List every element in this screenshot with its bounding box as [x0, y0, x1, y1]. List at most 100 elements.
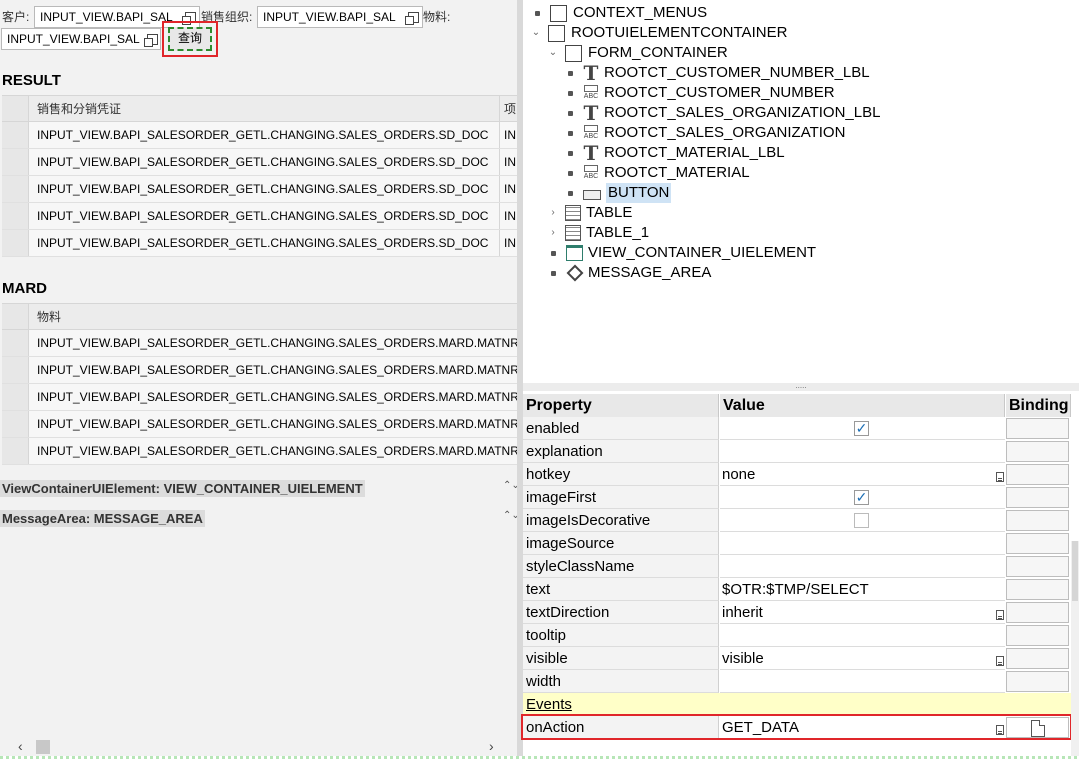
message-area-placeholder[interactable]: MessageArea: MESSAGE_AREA — [0, 510, 205, 527]
row-selector[interactable] — [2, 176, 29, 202]
horizontal-scrollbar[interactable]: ‹ › — [0, 738, 517, 756]
value-help-icon[interactable] — [144, 34, 158, 47]
property-value[interactable]: ✓ — [720, 486, 1005, 509]
property-value[interactable] — [720, 440, 1005, 463]
row-selector[interactable] — [2, 438, 29, 464]
tree-node-customer-lbl[interactable]: T ROOTCT_CUSTOMER_NUMBER_LBL — [568, 63, 870, 83]
binding-cell[interactable] — [1006, 487, 1069, 508]
tree-node-salesorg-lbl[interactable]: T ROOTCT_SALES_ORGANIZATION_LBL — [568, 103, 880, 123]
property-value[interactable]: ✓ — [720, 417, 1005, 440]
property-row-enabled[interactable]: enabled ✓ — [523, 417, 1071, 440]
table-row[interactable]: INPUT_VIEW.BAPI_SALESORDER_GETL.CHANGING… — [2, 176, 517, 203]
tree-node-salesorg[interactable]: ABC ROOTCT_SALES_ORGANIZATION — [568, 123, 845, 143]
binding-cell[interactable] — [1006, 556, 1069, 577]
property-row-imagefirst[interactable]: imageFirst ✓ — [523, 486, 1071, 509]
tree-node-customer[interactable]: ABC ROOTCT_CUSTOMER_NUMBER — [568, 83, 835, 103]
binding-cell[interactable] — [1006, 579, 1069, 600]
dropdown-icon[interactable] — [996, 472, 1004, 482]
column-header[interactable]: 销售和分销凭证 — [29, 96, 500, 121]
table-row[interactable]: INPUT_VIEW.BAPI_SALESORDER_GETL.CHANGING… — [2, 230, 517, 257]
property-row-explanation[interactable]: explanation — [523, 440, 1071, 463]
row-selector-header[interactable] — [2, 304, 29, 329]
binding-cell[interactable] — [1006, 625, 1069, 646]
property-row-styleclassname[interactable]: styleClassName — [523, 555, 1071, 578]
spin-arrows-icon[interactable]: ⌃⌄ — [503, 510, 517, 521]
row-selector[interactable] — [2, 122, 29, 148]
scroll-right-icon[interactable]: › — [489, 738, 494, 754]
table-row[interactable]: INPUT_VIEW.BAPI_SALESORDER_GETL.CHANGING… — [2, 203, 517, 230]
value-help-icon[interactable] — [405, 12, 419, 25]
chevron-right-icon[interactable]: › — [548, 223, 558, 243]
property-value[interactable]: inherit — [720, 601, 1005, 624]
scrollbar-thumb[interactable] — [36, 740, 50, 754]
property-row-width[interactable]: width — [523, 670, 1071, 693]
tree-node-context-menus[interactable]: CONTEXT_MENUS — [535, 3, 707, 23]
property-row-textdirection[interactable]: textDirection inherit — [523, 601, 1071, 624]
query-button[interactable]: 查询 — [168, 27, 212, 51]
tree-node-material[interactable]: ABC ROOTCT_MATERIAL — [568, 163, 750, 183]
row-selector[interactable] — [2, 149, 29, 175]
table-row[interactable]: INPUT_VIEW.BAPI_SALESORDER_GETL.CHANGING… — [2, 122, 517, 149]
tree-node-view-container[interactable]: VIEW_CONTAINER_UIELEMENT — [551, 243, 816, 263]
table-row[interactable]: INPUT_VIEW.BAPI_SALESORDER_GETL.CHANGING… — [2, 357, 517, 384]
spin-arrows-icon[interactable]: ⌃⌄ — [503, 480, 517, 491]
binding-cell[interactable] — [1006, 418, 1069, 439]
salesorg-input[interactable]: INPUT_VIEW.BAPI_SAL — [257, 6, 423, 28]
property-row-hotkey[interactable]: hotkey none — [523, 463, 1071, 486]
tree-node-table[interactable]: › TABLE — [548, 203, 632, 223]
tree-node-message-area[interactable]: MESSAGE_AREA — [551, 263, 711, 283]
events-section-header[interactable]: Events — [523, 693, 1071, 716]
binding-cell[interactable] — [1006, 648, 1069, 669]
property-value[interactable] — [720, 532, 1005, 555]
table-row[interactable]: INPUT_VIEW.BAPI_SALESORDER_GETL.CHANGING… — [2, 411, 517, 438]
binding-cell[interactable] — [1006, 671, 1069, 692]
view-container-placeholder[interactable]: ViewContainerUIElement: VIEW_CONTAINER_U… — [0, 480, 365, 497]
binding-cell[interactable] — [1006, 533, 1069, 554]
row-selector[interactable] — [2, 357, 29, 383]
checkbox-checked[interactable]: ✓ — [854, 421, 869, 436]
property-row-imageisdecorative[interactable]: imageIsDecorative — [523, 509, 1071, 532]
property-row-visible[interactable]: visible visible — [523, 647, 1071, 670]
row-selector[interactable] — [2, 384, 29, 410]
material-input[interactable]: INPUT_VIEW.BAPI_SAL — [1, 28, 161, 50]
tree-node-table-1[interactable]: › TABLE_1 — [548, 223, 649, 243]
table-row[interactable]: INPUT_VIEW.BAPI_SALESORDER_GETL.CHANGING… — [2, 384, 517, 411]
chevron-right-icon[interactable]: › — [548, 203, 558, 223]
table-row[interactable]: INPUT_VIEW.BAPI_SALESORDER_GETL.CHANGING… — [2, 149, 517, 176]
dropdown-icon[interactable] — [996, 610, 1004, 620]
horizontal-splitter[interactable]: ..... — [523, 382, 1079, 391]
property-value[interactable] — [720, 509, 1005, 532]
table-row[interactable]: INPUT_VIEW.BAPI_SALESORDER_GETL.CHANGING… — [2, 330, 517, 357]
binding-cell[interactable] — [1006, 464, 1069, 485]
table-row[interactable]: INPUT_VIEW.BAPI_SALESORDER_GETL.CHANGING… — [2, 438, 517, 465]
column-header[interactable]: 物料 — [29, 304, 517, 329]
dropdown-icon[interactable] — [996, 656, 1004, 666]
binding-cell[interactable] — [1006, 602, 1069, 623]
row-selector[interactable] — [2, 203, 29, 229]
checkbox-unchecked[interactable] — [854, 513, 869, 528]
chevron-down-icon[interactable]: ⌄ — [531, 23, 541, 43]
row-selector[interactable] — [2, 230, 29, 256]
checkbox-checked[interactable]: ✓ — [854, 490, 869, 505]
property-row-tooltip[interactable]: tooltip — [523, 624, 1071, 647]
chevron-down-icon[interactable]: ⌄ — [548, 43, 558, 63]
binding-cell[interactable] — [1006, 441, 1069, 462]
row-selector[interactable] — [2, 330, 29, 356]
tree-node-button[interactable]: BUTTON — [568, 183, 672, 203]
property-value[interactable]: none — [720, 463, 1005, 486]
events-label[interactable]: Events — [523, 693, 719, 716]
property-value[interactable]: visible — [720, 647, 1005, 670]
property-value[interactable] — [720, 670, 1005, 693]
row-selector[interactable] — [2, 411, 29, 437]
property-value[interactable] — [720, 555, 1005, 578]
property-row-text[interactable]: text $OTR:$TMP/SELECT — [523, 578, 1071, 601]
row-selector-header[interactable] — [2, 96, 29, 121]
property-scrollbar[interactable] — [1071, 541, 1079, 756]
scrollbar-thumb[interactable] — [1072, 541, 1078, 601]
tree-node-form-container[interactable]: ⌄ FORM_CONTAINER — [548, 43, 728, 63]
tree-node-material-lbl[interactable]: T ROOTCT_MATERIAL_LBL — [568, 143, 785, 163]
property-value[interactable] — [720, 624, 1005, 647]
binding-cell[interactable] — [1006, 510, 1069, 531]
property-value[interactable]: $OTR:$TMP/SELECT — [720, 578, 1005, 601]
property-row-imagesource[interactable]: imageSource — [523, 532, 1071, 555]
